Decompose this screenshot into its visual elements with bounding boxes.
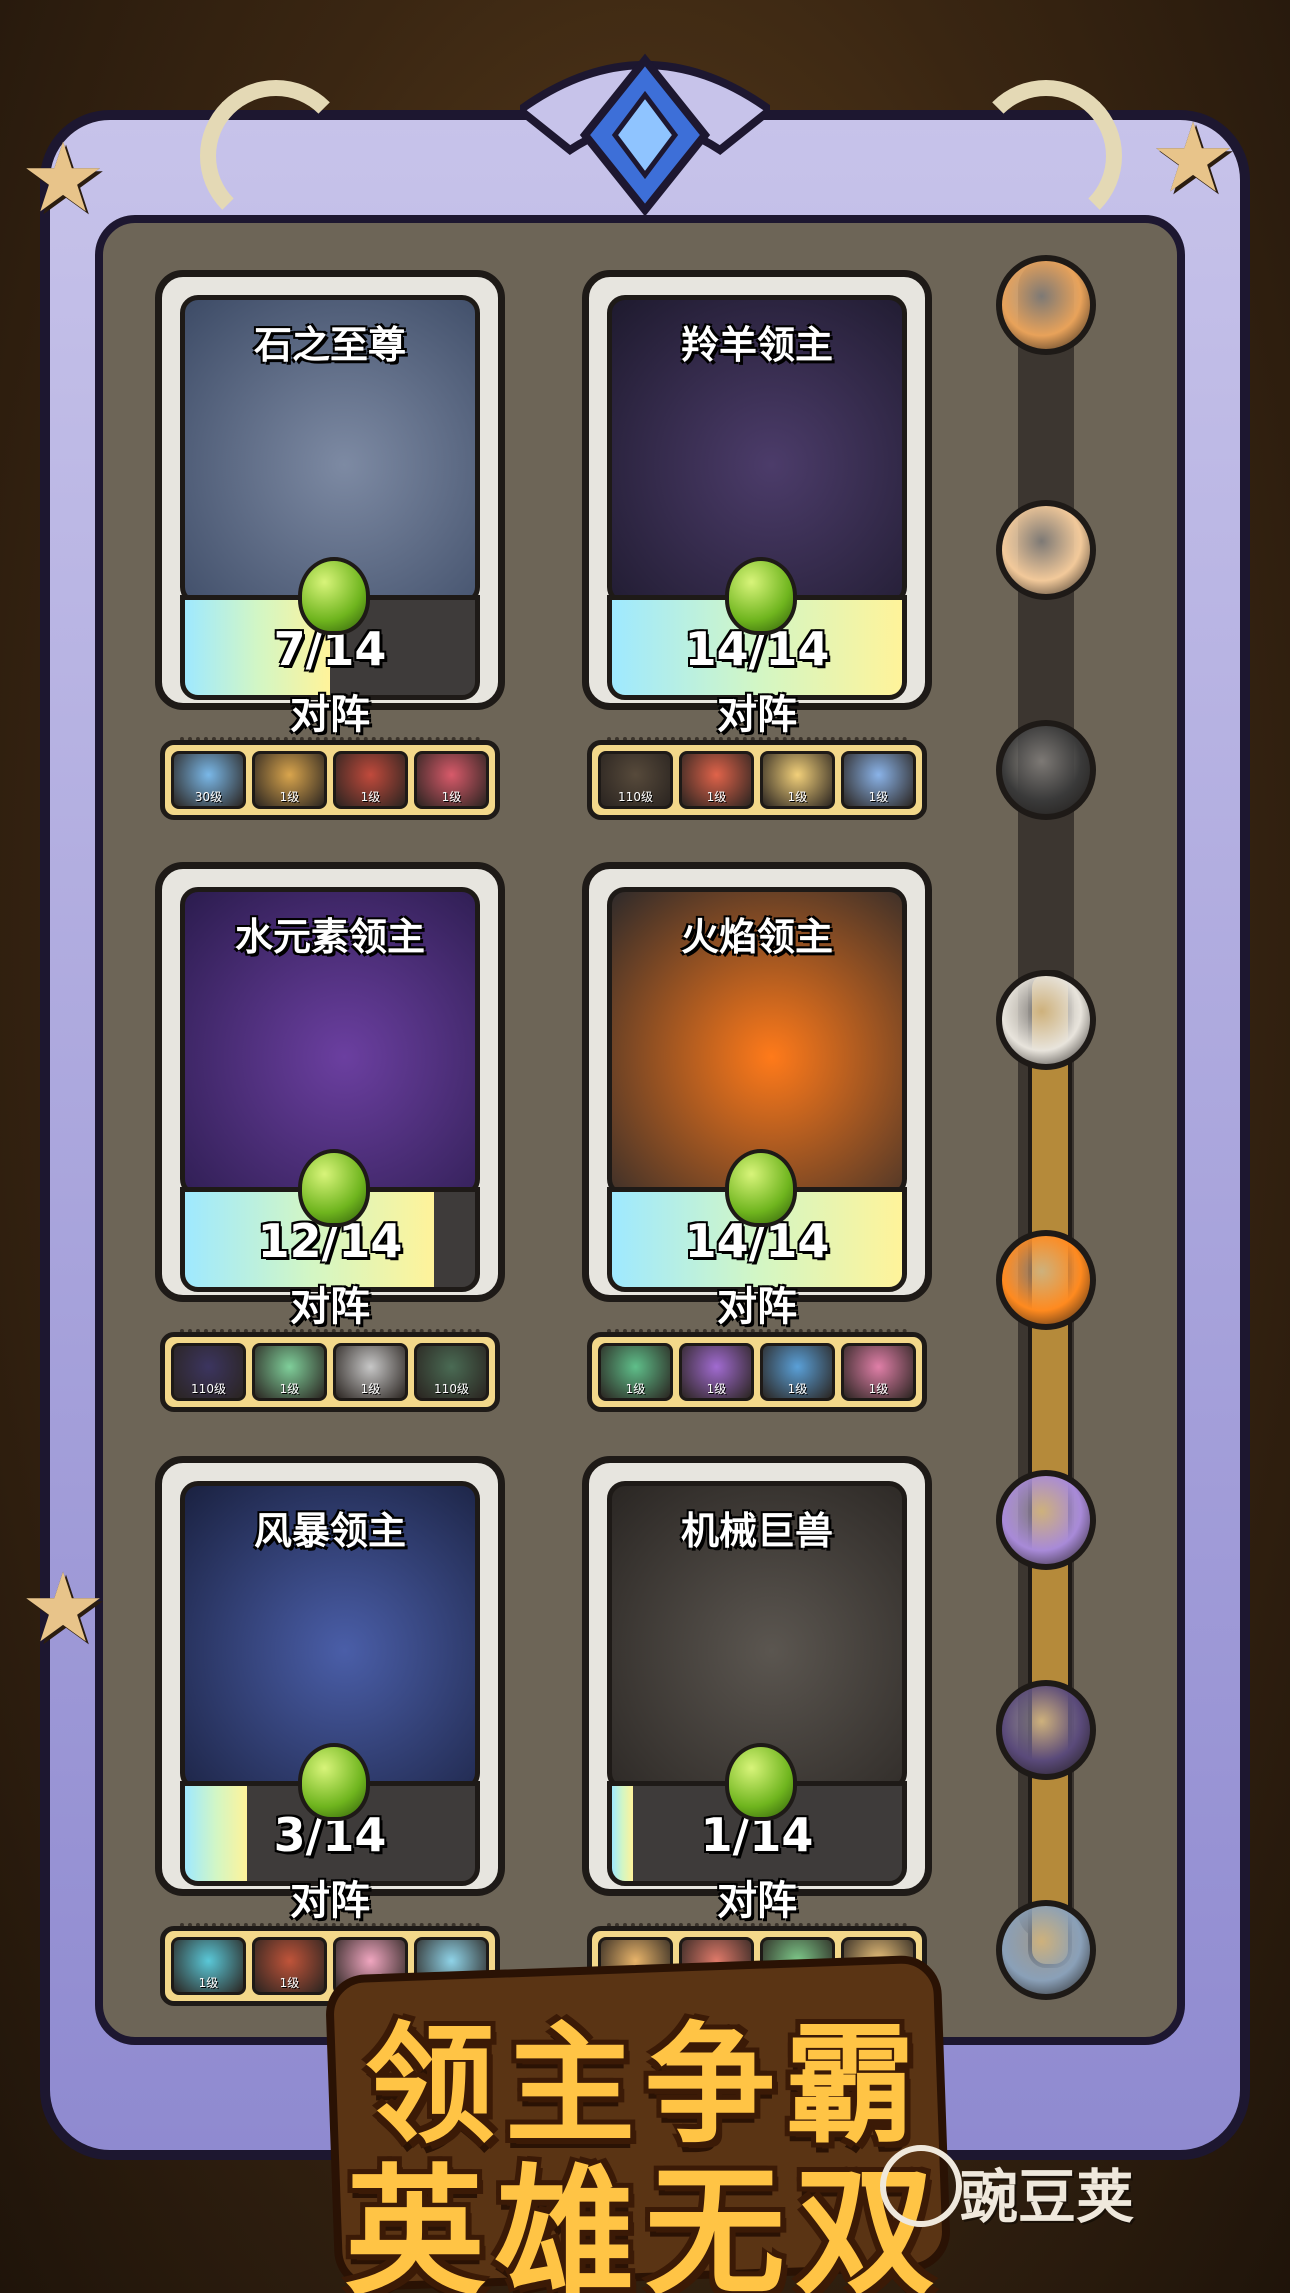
hero-avatar[interactable]: 1级	[760, 751, 835, 809]
star-icon: ★	[20, 1552, 107, 1664]
hero-level: 1级	[279, 1382, 300, 1396]
boss-name: 羚羊领主	[680, 323, 833, 367]
owl-boss-icon[interactable]	[996, 970, 1096, 1070]
hero-avatar[interactable]: 1级	[841, 1343, 916, 1401]
green-gem-icon	[725, 1149, 797, 1227]
green-gem-icon	[298, 1743, 370, 1821]
hero-avatar[interactable]: 1级	[252, 751, 327, 809]
hero-avatar[interactable]: 1级	[841, 751, 916, 809]
boss-name: 机械巨兽	[680, 1509, 833, 1553]
boss-name: 火焰领主	[680, 915, 833, 959]
watermark-text: 豌豆荚	[960, 2163, 1135, 2231]
hero-lineup: 1级 1级 1级 1级	[587, 1332, 927, 1412]
hero-level: 1级	[360, 1382, 381, 1396]
hero-lineup: 110级 1级 1级 1级	[587, 740, 927, 820]
boss-card[interactable]: 机械巨兽 1/14	[582, 1456, 932, 1896]
hero-avatar[interactable]: 110级	[598, 751, 673, 809]
hero-avatar[interactable]: 1级	[414, 751, 489, 809]
prince-boss-icon[interactable]	[996, 500, 1096, 600]
boss-card[interactable]: 水元素领主 12/14	[155, 862, 505, 1302]
fire-boss-icon[interactable]	[996, 1230, 1096, 1330]
watermark-logo-icon	[880, 2145, 962, 2227]
hero-level: 1级	[441, 790, 462, 804]
hero-level: 1级	[360, 790, 381, 804]
formation-label: 对阵	[290, 1878, 370, 1924]
hero-avatar[interactable]: 1级	[252, 1343, 327, 1401]
green-gem-icon	[298, 1149, 370, 1227]
progress-rail-fill	[1028, 970, 1072, 1968]
hero-lineup: 110级 1级 1级 110级	[160, 1332, 500, 1412]
antelope-boss-icon[interactable]	[996, 1680, 1096, 1780]
boss-card[interactable]: 羚羊领主 14/14	[582, 270, 932, 710]
hero-level: 1级	[625, 1382, 646, 1396]
formation-label: 对阵	[717, 1284, 797, 1330]
boss-card[interactable]: 石之至尊 7/14	[155, 270, 505, 710]
formation-label: 对阵	[717, 692, 797, 738]
water-boss-icon[interactable]	[996, 1470, 1096, 1570]
hero-level: 110级	[434, 1382, 469, 1396]
frame-curl-decoration	[200, 80, 352, 232]
boss-name: 水元素领主	[234, 915, 425, 959]
hero-level: 30级	[194, 790, 223, 804]
hero-level: 110级	[618, 790, 653, 804]
hero-level: 1级	[787, 790, 808, 804]
hero-avatar[interactable]: 110级	[171, 1343, 246, 1401]
game-screen: ★ ★ ★ 石之至尊 7/14 对阵 30级 1级 1级 1级 羚羊领主 14/14 对阵 110级…	[0, 0, 1290, 2293]
hero-avatar[interactable]: 30级	[171, 751, 246, 809]
hero-level: 1级	[279, 790, 300, 804]
star-icon: ★	[20, 122, 107, 234]
hero-level: 1级	[706, 1382, 727, 1396]
hero-lineup: 30级 1级 1级 1级	[160, 740, 500, 820]
hero-avatar[interactable]: 1级	[333, 751, 408, 809]
hero-level: 1级	[868, 1382, 889, 1396]
green-gem-icon	[298, 557, 370, 635]
green-gem-icon	[725, 557, 797, 635]
boss-name: 石之至尊	[253, 323, 406, 367]
hero-avatar[interactable]: 1级	[333, 1343, 408, 1401]
star-icon: ★	[1150, 102, 1237, 214]
formation-label: 对阵	[717, 1878, 797, 1924]
green-gem-icon	[725, 1743, 797, 1821]
hero-level: 1级	[868, 790, 889, 804]
hero-level: 110级	[191, 1382, 226, 1396]
boss-card[interactable]: 风暴领主 3/14	[155, 1456, 505, 1896]
boss-name: 风暴领主	[253, 1509, 406, 1553]
hero-avatar[interactable]: 1级	[679, 751, 754, 809]
hero-level: 1级	[706, 790, 727, 804]
crest-gem-icon	[520, 53, 770, 217]
formation-label: 对阵	[290, 1284, 370, 1330]
tiger-boss-icon[interactable]	[996, 255, 1096, 355]
boss-card[interactable]: 火焰领主 14/14	[582, 862, 932, 1302]
hero-avatar[interactable]: 1级	[760, 1343, 835, 1401]
hero-avatar[interactable]: 110级	[414, 1343, 489, 1401]
formation-label: 对阵	[290, 692, 370, 738]
hero-level: 1级	[787, 1382, 808, 1396]
hero-avatar[interactable]: 1级	[679, 1343, 754, 1401]
robot-boss-icon[interactable]	[996, 720, 1096, 820]
frame-curl-decoration	[970, 80, 1122, 232]
hero-avatar[interactable]: 1级	[598, 1343, 673, 1401]
